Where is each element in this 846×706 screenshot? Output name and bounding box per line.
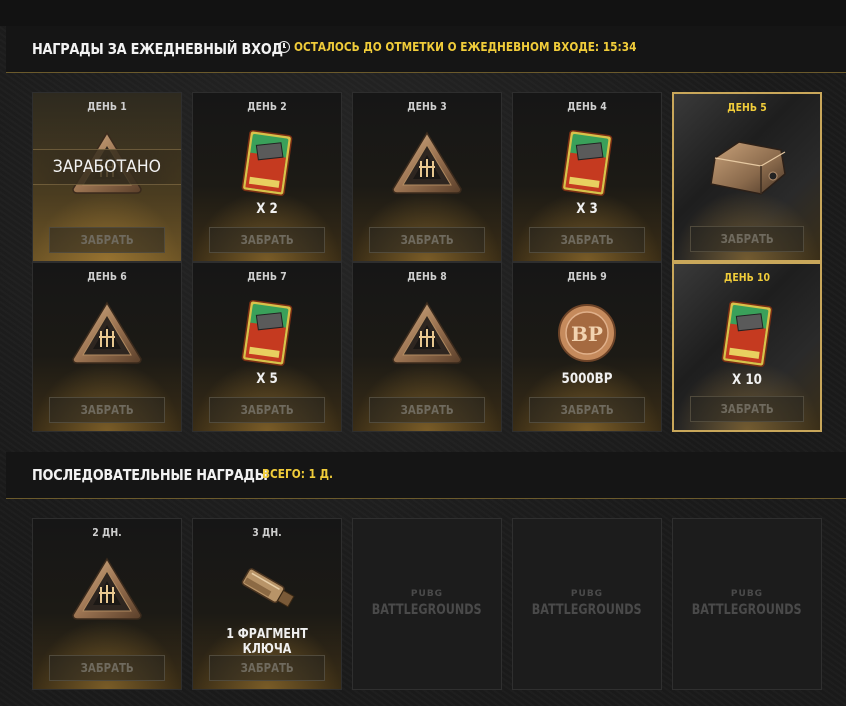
claim-button[interactable]: ЗАБРАТЬ xyxy=(369,227,485,253)
day-label: ДЕНЬ 7 xyxy=(247,270,287,283)
claim-button[interactable]: ЗАБРАТЬ xyxy=(690,226,804,252)
claim-button[interactable]: ЗАБРАТЬ xyxy=(690,396,804,422)
claim-button[interactable]: ЗАБРАТЬ xyxy=(49,397,165,423)
triangular-crate-icon xyxy=(72,557,142,620)
claim-button[interactable]: ЗАБРАТЬ xyxy=(49,655,165,681)
earned-text: ЗАРАБОТАНО xyxy=(52,157,162,177)
daily-reward-card[interactable]: ДЕНЬ 3 ЗАБРАТЬ xyxy=(352,92,502,262)
pubg-battlegrounds-logo: PUBG BATTLEGROUNDS xyxy=(673,589,821,618)
coupon-card-icon xyxy=(241,130,293,196)
daily-rewards-grid: ДЕНЬ 1 ЗАРАБОТАНО ЗАБРАТЬ ДЕНЬ 2 X 2 ЗАБРАТ… xyxy=(6,92,846,434)
claim-button-label: ЗАБРАТЬ xyxy=(400,403,454,417)
triangular-crate-icon xyxy=(392,131,462,194)
coupon-card-icon xyxy=(561,130,613,196)
daily-reward-card[interactable]: ДЕНЬ 9 BP 5000BP ЗАБРАТЬ xyxy=(512,262,662,432)
earned-badge: ЗАРАБОТАНО xyxy=(33,149,181,185)
day-label: ДЕНЬ 1 xyxy=(87,100,127,113)
reward-quantity: 1 ФРАГМЕНТ КЛЮЧА xyxy=(226,627,308,657)
reward-quantity: X 3 xyxy=(576,201,598,217)
pubg-battlegrounds-logo: PUBG BATTLEGROUNDS xyxy=(513,589,661,618)
streak-rewards-header: ПОСЛЕДОВАТЕЛЬНЫЕ НАГРАДЫ ВСЕГО: 1 Д. xyxy=(6,452,846,499)
daily-rewards-header: НАГРАДЫ ЗА ЕЖЕДНЕВНЫЙ ВХОД ОСТАЛОСЬ ДО О… xyxy=(6,26,846,73)
logo-top-text: PUBG xyxy=(730,589,764,599)
streak-total: ВСЕГО: 1 Д. xyxy=(262,467,334,481)
svg-text:BP: BP xyxy=(571,322,603,346)
claim-button-label: ЗАБРАТЬ xyxy=(240,233,294,247)
empty-reward-slot: PUBG BATTLEGROUNDS xyxy=(352,518,502,690)
claim-button[interactable]: ЗАБРАТЬ xyxy=(209,397,325,423)
claim-button[interactable]: ЗАБРАТЬ xyxy=(369,397,485,423)
claim-button[interactable]: ЗАБРАТЬ xyxy=(209,655,325,681)
metal-case-icon xyxy=(710,141,786,195)
daily-reward-card[interactable]: ДЕНЬ 10 X 10 ЗАБРАТЬ xyxy=(672,262,822,432)
logo-top-text: PUBG xyxy=(410,589,444,599)
triangular-crate-icon xyxy=(72,301,142,364)
streak-rewards-grid: 2 ДН. ЗАБРАТЬ 3 ДН. 1 ФРАГМЕНТ КЛЮЧА ЗАБРА… xyxy=(6,518,846,690)
daily-rewards-title: НАГРАДЫ ЗА ЕЖЕДНЕВНЫЙ ВХОД xyxy=(32,40,283,58)
day-label: ДЕНЬ 5 xyxy=(727,101,767,114)
logo-bottom-text: BATTLEGROUNDS xyxy=(372,602,482,618)
daily-reward-card[interactable]: ДЕНЬ 4 X 3 ЗАБРАТЬ xyxy=(512,92,662,262)
reward-quantity: 5000BP xyxy=(561,371,613,387)
daily-reward-card[interactable]: ДЕНЬ 1 ЗАРАБОТАНО ЗАБРАТЬ xyxy=(32,92,182,262)
coupon-card-icon xyxy=(721,301,773,367)
claim-button-label: ЗАБРАТЬ xyxy=(80,403,134,417)
streak-rewards-title: ПОСЛЕДОВАТЕЛЬНЫЕ НАГРАДЫ xyxy=(32,466,268,484)
claim-button[interactable]: ЗАБРАТЬ xyxy=(529,227,645,253)
daily-reward-card[interactable]: ДЕНЬ 2 X 2 ЗАБРАТЬ xyxy=(192,92,342,262)
bp-coin-icon: BP xyxy=(558,304,616,362)
claim-button-label: ЗАБРАТЬ xyxy=(240,661,294,675)
day-label: ДЕНЬ 9 xyxy=(567,270,607,283)
claim-button[interactable]: ЗАБРАТЬ xyxy=(209,227,325,253)
top-strip xyxy=(0,0,846,26)
triangular-crate-icon xyxy=(392,301,462,364)
daily-reward-card[interactable]: ДЕНЬ 6 ЗАБРАТЬ xyxy=(32,262,182,432)
clock-icon xyxy=(278,41,290,53)
streak-reward-card[interactable]: 3 ДН. 1 ФРАГМЕНТ КЛЮЧА ЗАБРАТЬ xyxy=(192,518,342,690)
claim-button-label: ЗАБРАТЬ xyxy=(560,403,614,417)
claim-button-label: ЗАБРАТЬ xyxy=(560,233,614,247)
coupon-card-icon xyxy=(241,300,293,366)
daily-reward-card[interactable]: ДЕНЬ 7 X 5 ЗАБРАТЬ xyxy=(192,262,342,432)
claim-button-label: ЗАБРАТЬ xyxy=(240,403,294,417)
day-label: ДЕНЬ 10 xyxy=(724,271,770,284)
logo-bottom-text: BATTLEGROUNDS xyxy=(692,602,802,618)
claim-button[interactable]: ЗАБРАТЬ xyxy=(49,227,165,253)
pubg-battlegrounds-logo: PUBG BATTLEGROUNDS xyxy=(353,589,501,618)
day-label: ДЕНЬ 6 xyxy=(87,270,127,283)
empty-reward-slot: PUBG BATTLEGROUNDS xyxy=(672,518,822,690)
claim-button-label: ЗАБРАТЬ xyxy=(720,402,774,416)
claim-button[interactable]: ЗАБРАТЬ xyxy=(529,397,645,423)
checkin-timer-text: ОСТАЛОСЬ ДО ОТМЕТКИ О ЕЖЕДНЕВНОМ ВХОДЕ: … xyxy=(294,40,637,54)
reward-quantity: X 2 xyxy=(256,201,278,217)
streak-day-label: 3 ДН. xyxy=(252,526,282,539)
daily-reward-card[interactable]: ДЕНЬ 8 ЗАБРАТЬ xyxy=(352,262,502,432)
day-label: ДЕНЬ 8 xyxy=(407,270,447,283)
claim-button-label: ЗАБРАТЬ xyxy=(720,232,774,246)
reward-quantity: X 10 xyxy=(732,372,762,388)
logo-bottom-text: BATTLEGROUNDS xyxy=(532,602,642,618)
key-fragment-icon xyxy=(241,568,295,608)
claim-button-label: ЗАБРАТЬ xyxy=(400,233,454,247)
streak-reward-card[interactable]: 2 ДН. ЗАБРАТЬ xyxy=(32,518,182,690)
day-label: ДЕНЬ 2 xyxy=(247,100,287,113)
claim-button-label: ЗАБРАТЬ xyxy=(80,661,134,675)
day-label: ДЕНЬ 4 xyxy=(567,100,607,113)
claim-button-label: ЗАБРАТЬ xyxy=(80,233,134,247)
daily-reward-card[interactable]: ДЕНЬ 5 ЗАБРАТЬ xyxy=(672,92,822,262)
empty-reward-slot: PUBG BATTLEGROUNDS xyxy=(512,518,662,690)
streak-day-label: 2 ДН. xyxy=(92,526,122,539)
day-label: ДЕНЬ 3 xyxy=(407,100,447,113)
logo-top-text: PUBG xyxy=(570,589,604,599)
reward-quantity: X 5 xyxy=(256,371,278,387)
checkin-timer: ОСТАЛОСЬ ДО ОТМЕТКИ О ЕЖЕДНЕВНОМ ВХОДЕ: … xyxy=(278,40,683,54)
